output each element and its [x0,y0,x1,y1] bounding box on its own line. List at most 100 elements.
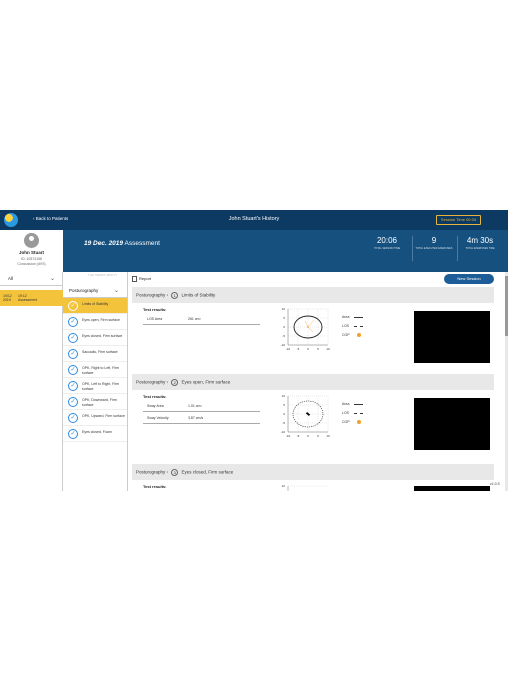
tick-label: -10 [286,347,291,351]
version-label: v1.0.5 [490,482,500,486]
tick-label: -10 [281,430,286,434]
video-preview[interactable] [414,398,490,450]
stat-label: TOTAL EXECUTED EXERCISES [415,247,453,250]
report-button[interactable]: Report [132,276,151,282]
stat-divider [457,236,458,261]
session-date: 19/12 2019 [3,294,13,302]
category-select[interactable]: Posturography ⌄ [63,285,127,298]
document-icon [132,276,137,282]
test-list-item[interactable]: ✓ OPK, Right to Left, Firm surface [63,362,127,378]
session-time-value: 00:34 [466,217,477,222]
result-row: Sway Area 1.01 cm² [143,402,260,412]
tick-label: 10 [326,434,330,438]
test-name: Saccadic, Firm surface [82,350,118,354]
test-name: OPK, Upward, Firm surface [82,414,125,418]
legend-label: COP [342,333,350,337]
cop-point [307,326,309,328]
tick-label: 0 [307,347,309,351]
patient-condition: Concussion (dVS) [17,262,46,266]
test-list-item[interactable]: ✓ Saccadic, Firm surface [63,346,127,362]
result-key: Sway Velocity [147,416,169,420]
avatar [24,233,39,248]
test-list-item[interactable]: ✓ Eyes closed, Firm surface [63,330,127,346]
patient-id: ID: 10574158 [20,257,43,261]
stat-value: 4m 30s [466,236,494,245]
patient-card: John Stuart ID: 10574158 Concussion (dVS… [0,230,63,272]
tick-label: 0 [283,325,285,329]
test-name: OPK, Right to Left, Firm surface [82,366,120,375]
tick-label: -5 [297,347,300,351]
tick-label: 10 [282,307,286,311]
tick-label: 5 [317,347,319,351]
card-category: Posturography [136,469,166,475]
line-swatch [354,404,363,405]
cop-dot-swatch [357,420,361,424]
card-number: 1 [171,292,179,299]
legend-item: LOS [342,324,363,333]
check-circle-icon: ✓ [68,397,78,407]
tick-label: 0 [307,434,309,438]
test-results-title: Test results: [143,484,167,489]
test-results-title: Test results: [143,394,167,399]
sway-plot: 10 5 0 -5 -10 -10 -5 0 5 10 [274,307,332,357]
check-circle-icon: ✓ [68,381,78,391]
tick-label: 5 [317,434,319,438]
session-list-item[interactable]: 19/12 2019 19:12 Assessment [0,290,63,306]
test-result-card: Posturography › 2 Eyes open, Firm surfac… [132,374,494,456]
top-bar: ‹ Back to Patients John Stuart's History… [0,210,508,230]
tick-label: 0 [283,412,285,416]
filter-value: All [8,276,14,281]
stat-value: 9 [431,236,437,245]
video-preview[interactable] [414,311,490,363]
app-window: ‹ Back to Patients John Stuart's History… [0,210,508,491]
video-preview[interactable] [414,486,490,491]
tick-label: -5 [282,421,285,425]
test-result-card: Posturography › 3 Eyes closed, Firm surf… [132,464,494,491]
test-name: Eyes closed, Foam [82,430,112,434]
line-swatch [354,317,363,318]
check-circle-icon: ✓ [68,349,78,359]
window-title: John Stuart's History [228,216,280,222]
legend-item: Area [342,315,363,324]
tick-label: -5 [282,334,285,338]
tests-panel: THE SMART ABILITY Posturography ⌄ ✓ Limits… [63,272,128,491]
stat-executed-exercises: 9 TOTAL EXECUTED EXERCISES [415,236,453,250]
result-row: LOS Area 261 cm² [143,315,260,325]
assessment-title: 19 Dec. 2019 Assessment [84,240,160,247]
stat-label: TOTAL EXERCISES TIME [465,247,495,250]
card-test-name: Eyes open, Firm surface [181,379,231,385]
session-date-line: 2019 [3,298,11,302]
card-category: Posturography [136,379,166,385]
test-list-item[interactable]: ✓ Eyes open, Firm surface [63,314,127,330]
assessment-label: Assessment [124,240,160,247]
test-name: Eyes open, Firm surface [82,318,120,322]
tick-label: 10 [282,394,286,398]
category-value: Posturography [69,288,99,293]
patient-name: John Stuart [18,250,44,255]
new-session-button[interactable]: New Session [444,274,494,284]
result-row: Sway Velocity 3.87 cm/s [143,414,260,424]
cop-trace [307,326,314,333]
legend-label: COP [342,420,350,424]
test-list-item[interactable]: ✓ OPK, Upward, Firm surface [63,410,127,426]
test-list-item[interactable]: ✓ Eyes closed, Foam [63,426,127,442]
assessment-date: 19 Dec. 2019 [84,240,124,247]
tick-label: 5 [283,403,285,407]
dashed-line-swatch [354,326,363,327]
sway-plot-svg: 105 [282,484,328,491]
test-list-item[interactable]: ✓ OPK, Left to Right, Firm surface [63,378,127,394]
card-header: Posturography › 1 Limits of Stability [132,287,494,303]
test-list-item[interactable]: ✓ Limits of Stability [63,298,127,314]
result-value: 261 cm² [188,317,201,321]
check-circle-icon: ✓ [68,317,78,327]
test-name: Limits of Stability [82,302,109,306]
cop-dot-swatch [357,333,361,337]
test-list-item[interactable]: ✓ OPK, Downward, Firm surface [63,394,127,410]
card-category: Posturography [136,292,166,298]
results-panel: Report New Session Posturography › 1 Lim… [128,272,508,491]
card-number: 2 [171,379,179,386]
tick-label: -10 [281,343,286,347]
stat-divider [412,236,413,261]
legend-label: LOS [342,324,350,328]
sessions-filter-select[interactable]: All ⌄ [0,272,63,286]
